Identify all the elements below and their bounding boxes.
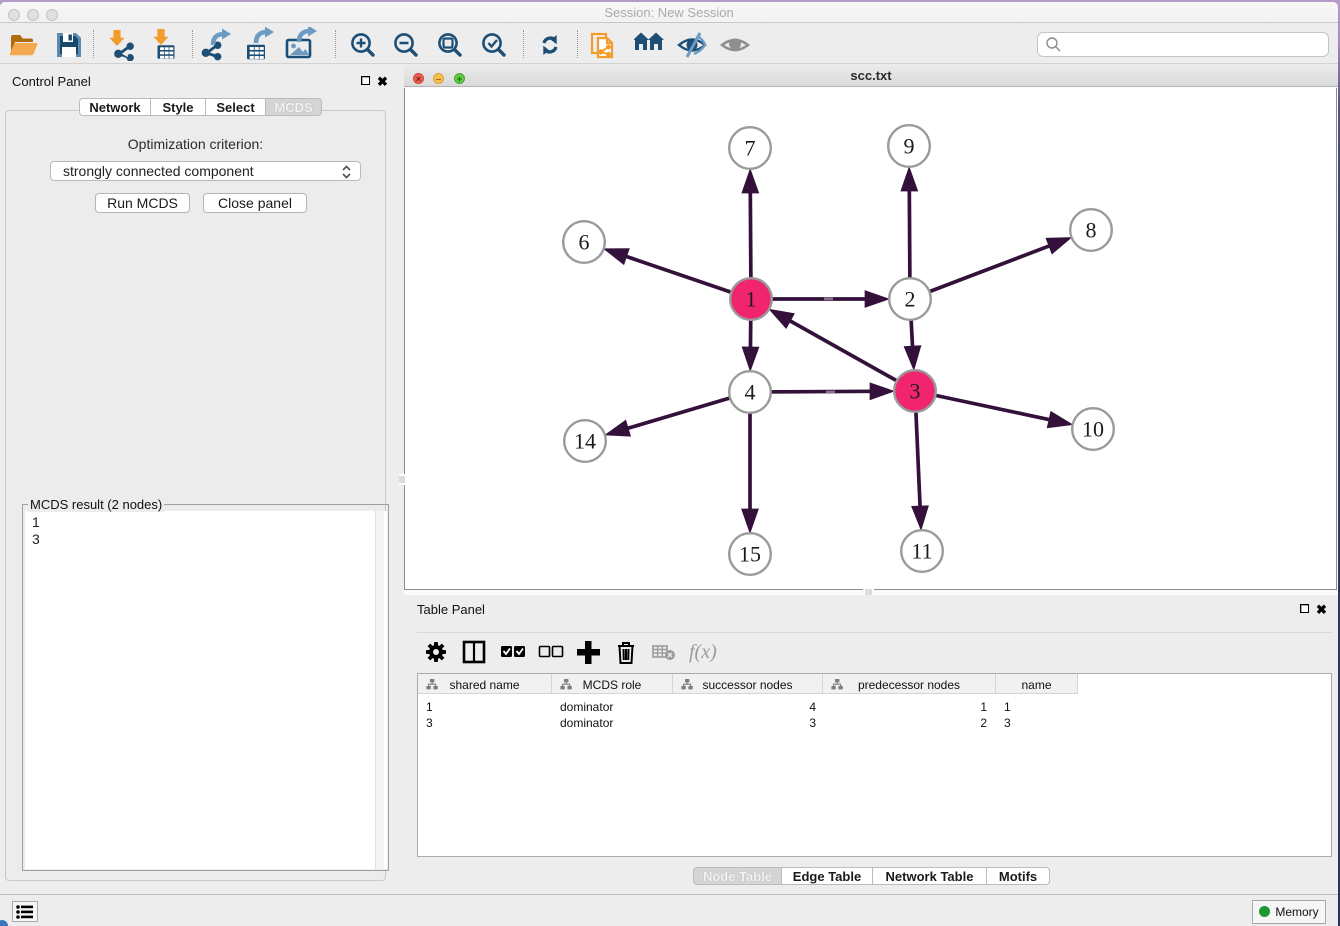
svg-text:6: 6 (579, 230, 590, 255)
svg-text:14: 14 (574, 429, 596, 454)
svg-text:9: 9 (904, 134, 915, 159)
svg-text:10: 10 (1082, 417, 1104, 442)
svg-text:f(x): f(x) (689, 641, 717, 663)
svg-text:2: 2 (905, 287, 916, 312)
svg-text:3: 3 (910, 379, 921, 404)
svg-text:7: 7 (745, 136, 756, 161)
svg-text:11: 11 (911, 539, 932, 564)
svg-text:15: 15 (739, 542, 761, 567)
svg-text:4: 4 (745, 380, 756, 405)
svg-text:8: 8 (1086, 218, 1097, 243)
svg-text:1: 1 (746, 287, 757, 312)
